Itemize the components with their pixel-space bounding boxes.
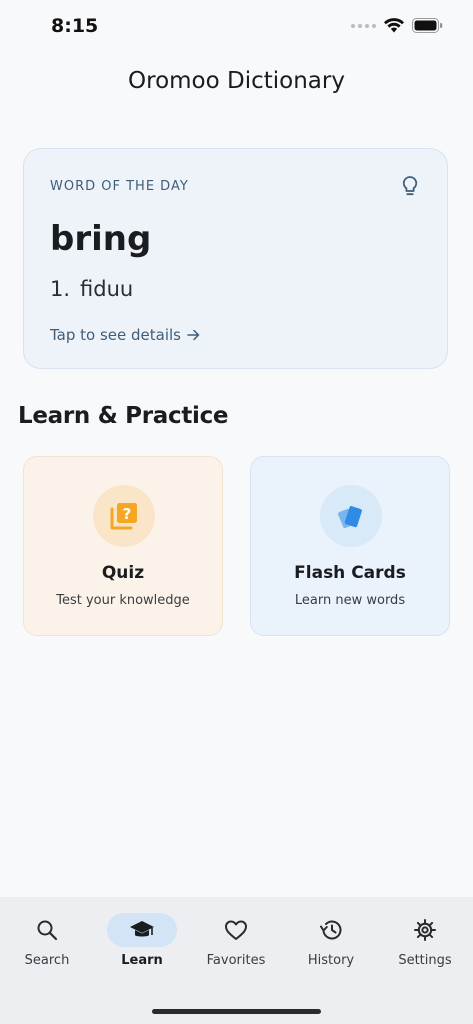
status-bar: 8:15 xyxy=(0,0,473,54)
bottom-nav: Search Learn Favorites History Settings xyxy=(0,897,473,1024)
quiz-icon-circle: ? xyxy=(93,485,155,547)
nav-label-search: Search xyxy=(24,953,70,968)
word-of-the-day-word: bring xyxy=(50,219,152,259)
flash-cards-subtitle: Learn new words xyxy=(294,593,406,608)
quiz-card[interactable]: ? Quiz Test your knowledge xyxy=(23,456,223,636)
flash-cards-card[interactable]: Flash Cards Learn new words xyxy=(250,456,450,636)
nav-icon-wrap xyxy=(390,913,460,947)
gear-icon xyxy=(414,919,436,941)
quiz-title: Quiz xyxy=(101,563,145,583)
nav-item-history[interactable]: History xyxy=(284,913,378,968)
heart-icon xyxy=(225,920,247,940)
word-of-the-day-label: WORD OF THE DAY xyxy=(50,179,189,194)
definition-number: 1. xyxy=(50,277,71,301)
word-of-the-day-card[interactable]: WORD OF THE DAY bring 1. fiduu Tap to see… xyxy=(23,148,448,369)
flash-cards-icon-circle xyxy=(320,485,382,547)
signal-dots-icon xyxy=(351,23,376,28)
nav-label-learn: Learn xyxy=(121,953,163,968)
status-icons xyxy=(351,18,443,33)
nav-label-history: History xyxy=(307,953,355,968)
nav-item-learn[interactable]: Learn xyxy=(95,913,189,968)
definition-text: fiduu xyxy=(80,277,134,301)
learn-section-title: Learn & Practice xyxy=(18,403,229,429)
nav-label-settings: Settings xyxy=(398,953,452,968)
battery-icon xyxy=(412,18,443,33)
nav-icon-wrap-active xyxy=(107,913,177,947)
quiz-subtitle: Test your knowledge xyxy=(56,593,190,608)
screen: 8:15 Oromoo Dictionary WORD OF THE DAY b… xyxy=(0,0,473,1024)
arrow-right-icon xyxy=(187,329,200,341)
status-time: 8:15 xyxy=(51,15,99,37)
nav-item-search[interactable]: Search xyxy=(0,913,94,968)
see-details-label: Tap to see details xyxy=(50,326,182,344)
nav-icon-wrap xyxy=(201,913,271,947)
nav-item-favorites[interactable]: Favorites xyxy=(189,913,283,968)
word-of-the-day-definition: 1. fiduu xyxy=(50,277,133,301)
flash-cards-title: Flash Cards xyxy=(294,563,406,583)
nav-item-settings[interactable]: Settings xyxy=(378,913,472,968)
search-icon xyxy=(37,920,58,941)
nav-label-favorites: Favorites xyxy=(206,953,266,968)
app-title: Oromoo Dictionary xyxy=(128,68,345,94)
graduation-cap-icon xyxy=(130,921,154,937)
nav-icon-wrap xyxy=(12,913,82,947)
see-details-link[interactable]: Tap to see details xyxy=(50,326,200,344)
home-indicator xyxy=(152,1009,321,1014)
svg-text:?: ? xyxy=(123,505,132,523)
lightbulb-icon xyxy=(402,176,418,196)
quiz-icon: ? xyxy=(110,503,137,530)
flash-cards-icon xyxy=(338,506,362,528)
wifi-icon xyxy=(384,18,404,33)
history-icon xyxy=(320,920,342,940)
nav-icon-wrap xyxy=(296,913,366,947)
